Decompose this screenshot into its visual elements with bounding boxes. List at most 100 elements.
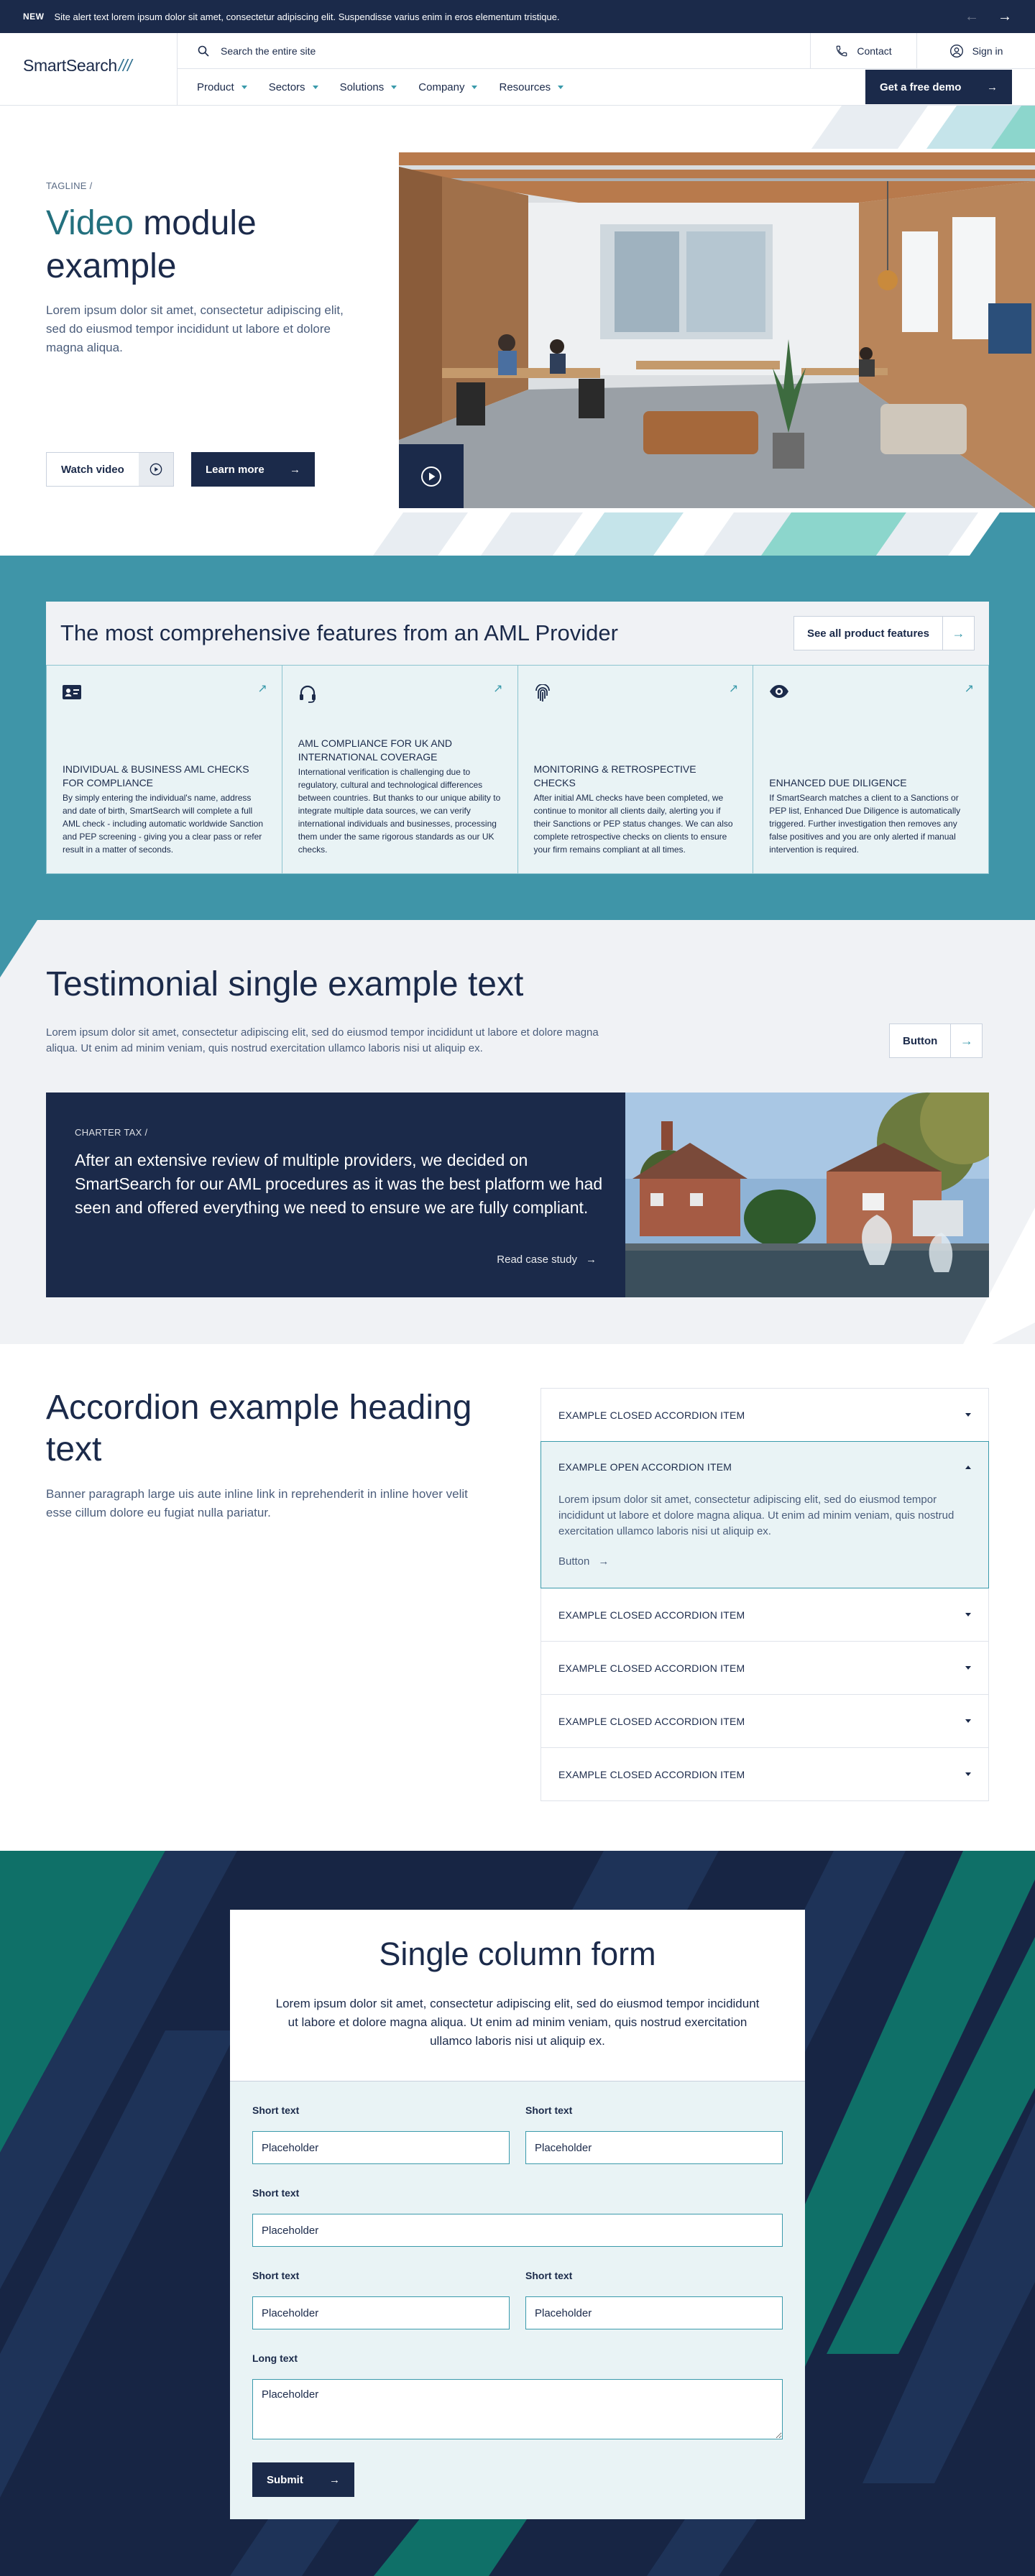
chevron-down-icon [965, 1413, 971, 1417]
id-card-icon [63, 685, 81, 699]
arrow-right-icon: → [598, 1555, 610, 1568]
logo[interactable]: SmartSearch/// [23, 56, 132, 75]
learn-more-button[interactable]: Learn more → [191, 452, 315, 487]
testimonial-button[interactable]: Button → [889, 1024, 983, 1058]
submit-button[interactable]: Submit → [252, 2462, 354, 2497]
hero-description: Lorem ipsum dolor sit amet, consectetur … [46, 303, 344, 354]
headset-icon [299, 685, 316, 703]
feature-card[interactable]: ↗ ENHANCED DUE DILIGENCE If SmartSearch … [753, 665, 989, 874]
logo-mark: /// [118, 56, 132, 75]
decor-stripe [480, 512, 584, 556]
accordion-item-open[interactable]: EXAMPLE OPEN ACCORDION ITEM Lorem ipsum … [540, 1441, 989, 1588]
chevron-down-icon [965, 1613, 971, 1616]
alert-prev-arrow-icon[interactable]: ← [965, 9, 979, 25]
search-input[interactable]: Search the entire site [178, 33, 810, 69]
contact-link[interactable]: Contact [810, 33, 916, 69]
arrow-right-icon: → [942, 617, 974, 650]
accordion-item[interactable]: EXAMPLE CLOSED ACCORDION ITEM [540, 1641, 989, 1695]
external-link-icon: ↗ [964, 683, 974, 695]
short-text-input-2[interactable] [525, 2131, 783, 2164]
nav-item-product[interactable]: Product [197, 81, 247, 93]
testimonial-section: Testimonial single example text Lorem ip… [0, 920, 1035, 1344]
feature-title: MONITORING & RETROSPECTIVE CHECKS [533, 763, 696, 788]
external-link-icon: ↗ [493, 683, 503, 695]
feature-title: ENHANCED DUE DILIGENCE [769, 777, 907, 788]
search-icon [198, 45, 209, 57]
feature-card[interactable]: ↗ AML COMPLIANCE FOR UK AND INTERNATIONA… [282, 665, 518, 874]
form-section: Single column form Lorem ipsum dolor sit… [0, 1851, 1035, 2576]
chevron-down-icon [965, 1719, 971, 1723]
features-heading: The most comprehensive features from an … [60, 620, 618, 645]
nav-item-company[interactable]: Company [418, 81, 478, 93]
feature-text: International verification is challengin… [298, 767, 501, 855]
features-header: The most comprehensive features from an … [46, 602, 989, 665]
short-text-input-1[interactable] [252, 2131, 510, 2164]
hero-title: Video module example [46, 204, 257, 285]
get-demo-button[interactable]: Get a free demo → [865, 70, 1012, 104]
sign-in-label: Sign in [972, 45, 1003, 57]
feature-text: If SmartSearch matches a client to a San… [769, 793, 961, 855]
arrow-right-icon: → [987, 80, 998, 93]
field-label: Long text [252, 2352, 298, 2364]
accordion-section: Accordion example heading text Banner pa… [0, 1344, 1035, 1851]
long-text-textarea[interactable] [252, 2379, 783, 2439]
accordion-item[interactable]: EXAMPLE CLOSED ACCORDION ITEM [540, 1694, 989, 1748]
decor-stripe [372, 512, 469, 556]
site-alert-bar: NEW Site alert text lorem ipsum dolor si… [0, 0, 1035, 33]
short-text-input-3[interactable] [252, 2214, 783, 2247]
field-label: Short text [525, 2104, 573, 2116]
watch-video-button[interactable]: Watch video [46, 452, 174, 487]
arrow-right-icon: → [329, 2473, 340, 2486]
chevron-down-icon [312, 86, 318, 89]
testimonial-quote: After an extensive review of multiple pr… [75, 1151, 603, 1217]
accordion-body-text: Lorem ipsum dolor sit amet, consectetur … [558, 1494, 954, 1537]
play-video-button[interactable] [399, 444, 464, 508]
nav-item-sectors[interactable]: Sectors [269, 81, 318, 93]
feature-card[interactable]: ↗ INDIVIDUAL & BUSINESS AML CHECKS FOR C… [46, 665, 282, 874]
arrow-right-icon: → [950, 1024, 982, 1057]
accordion-item[interactable]: EXAMPLE CLOSED ACCORDION ITEM [540, 1588, 989, 1642]
nav-item-resources[interactable]: Resources [499, 81, 564, 93]
feature-title: AML COMPLIANCE FOR UK AND INTERNATIONAL … [298, 737, 452, 763]
feature-title: INDIVIDUAL & BUSINESS AML CHECKS FOR COM… [63, 763, 249, 788]
search-placeholder: Search the entire site [221, 45, 316, 57]
accordion: EXAMPLE CLOSED ACCORDION ITEM EXAMPLE OP… [540, 1388, 989, 1801]
nav-item-solutions[interactable]: Solutions [340, 81, 397, 93]
accordion-item[interactable]: EXAMPLE CLOSED ACCORDION ITEM [540, 1388, 989, 1442]
feature-card[interactable]: ↗ MONITORING & RETROSPECTIVE CHECKS Afte… [518, 665, 754, 874]
testimonial-image [625, 1092, 989, 1297]
accordion-item[interactable]: EXAMPLE CLOSED ACCORDION ITEM [540, 1747, 989, 1801]
short-text-input-5[interactable] [525, 2296, 783, 2329]
alert-message: Site alert text lorem ipsum dolor sit am… [54, 11, 560, 22]
field-label: Short text [252, 2104, 300, 2116]
main-nav: Product Sectors Solutions Company Resour… [197, 69, 564, 106]
feature-cards: ↗ INDIVIDUAL & BUSINESS AML CHECKS FOR C… [46, 665, 989, 874]
alert-badge: NEW [23, 12, 45, 22]
short-text-input-4[interactable] [252, 2296, 510, 2329]
decor-stripe [969, 512, 1035, 556]
play-icon [421, 466, 441, 487]
sign-in-link[interactable]: Sign in [916, 33, 1035, 69]
play-circle-icon [139, 453, 173, 486]
testimonial-description: Lorem ipsum dolor sit amet, consectetur … [46, 1026, 599, 1054]
accordion-heading: Accordion example heading text [46, 1389, 472, 1468]
hero-tagline: TAGLINE / [46, 180, 93, 191]
see-all-features-button[interactable]: See all product features → [793, 616, 975, 650]
decor-stripe [574, 512, 684, 556]
read-case-study-link[interactable]: Read case study → [497, 1254, 597, 1266]
site-header: SmartSearch/// Search the entire site Co… [0, 33, 1035, 106]
feature-text: After initial AML checks have been compl… [533, 793, 733, 855]
arrow-right-icon: → [290, 463, 300, 476]
contact-label: Contact [857, 45, 892, 57]
testimonial-tag: CHARTER TAX / [75, 1127, 148, 1138]
alert-next-arrow-icon[interactable]: → [998, 9, 1012, 25]
hero-video-thumbnail[interactable] [399, 152, 1035, 508]
testimonial-card: CHARTER TAX / After an extensive review … [46, 1092, 625, 1297]
hero-section: TAGLINE / Video module example Lorem ips… [0, 106, 1035, 556]
phone-icon [837, 45, 847, 56]
eye-icon [770, 685, 789, 698]
accordion-button[interactable]: Button → [558, 1555, 971, 1568]
accordion-description: Banner paragraph large uis aute inline l… [46, 1487, 468, 1519]
chevron-down-icon [558, 86, 564, 89]
external-link-icon: ↗ [257, 683, 267, 695]
